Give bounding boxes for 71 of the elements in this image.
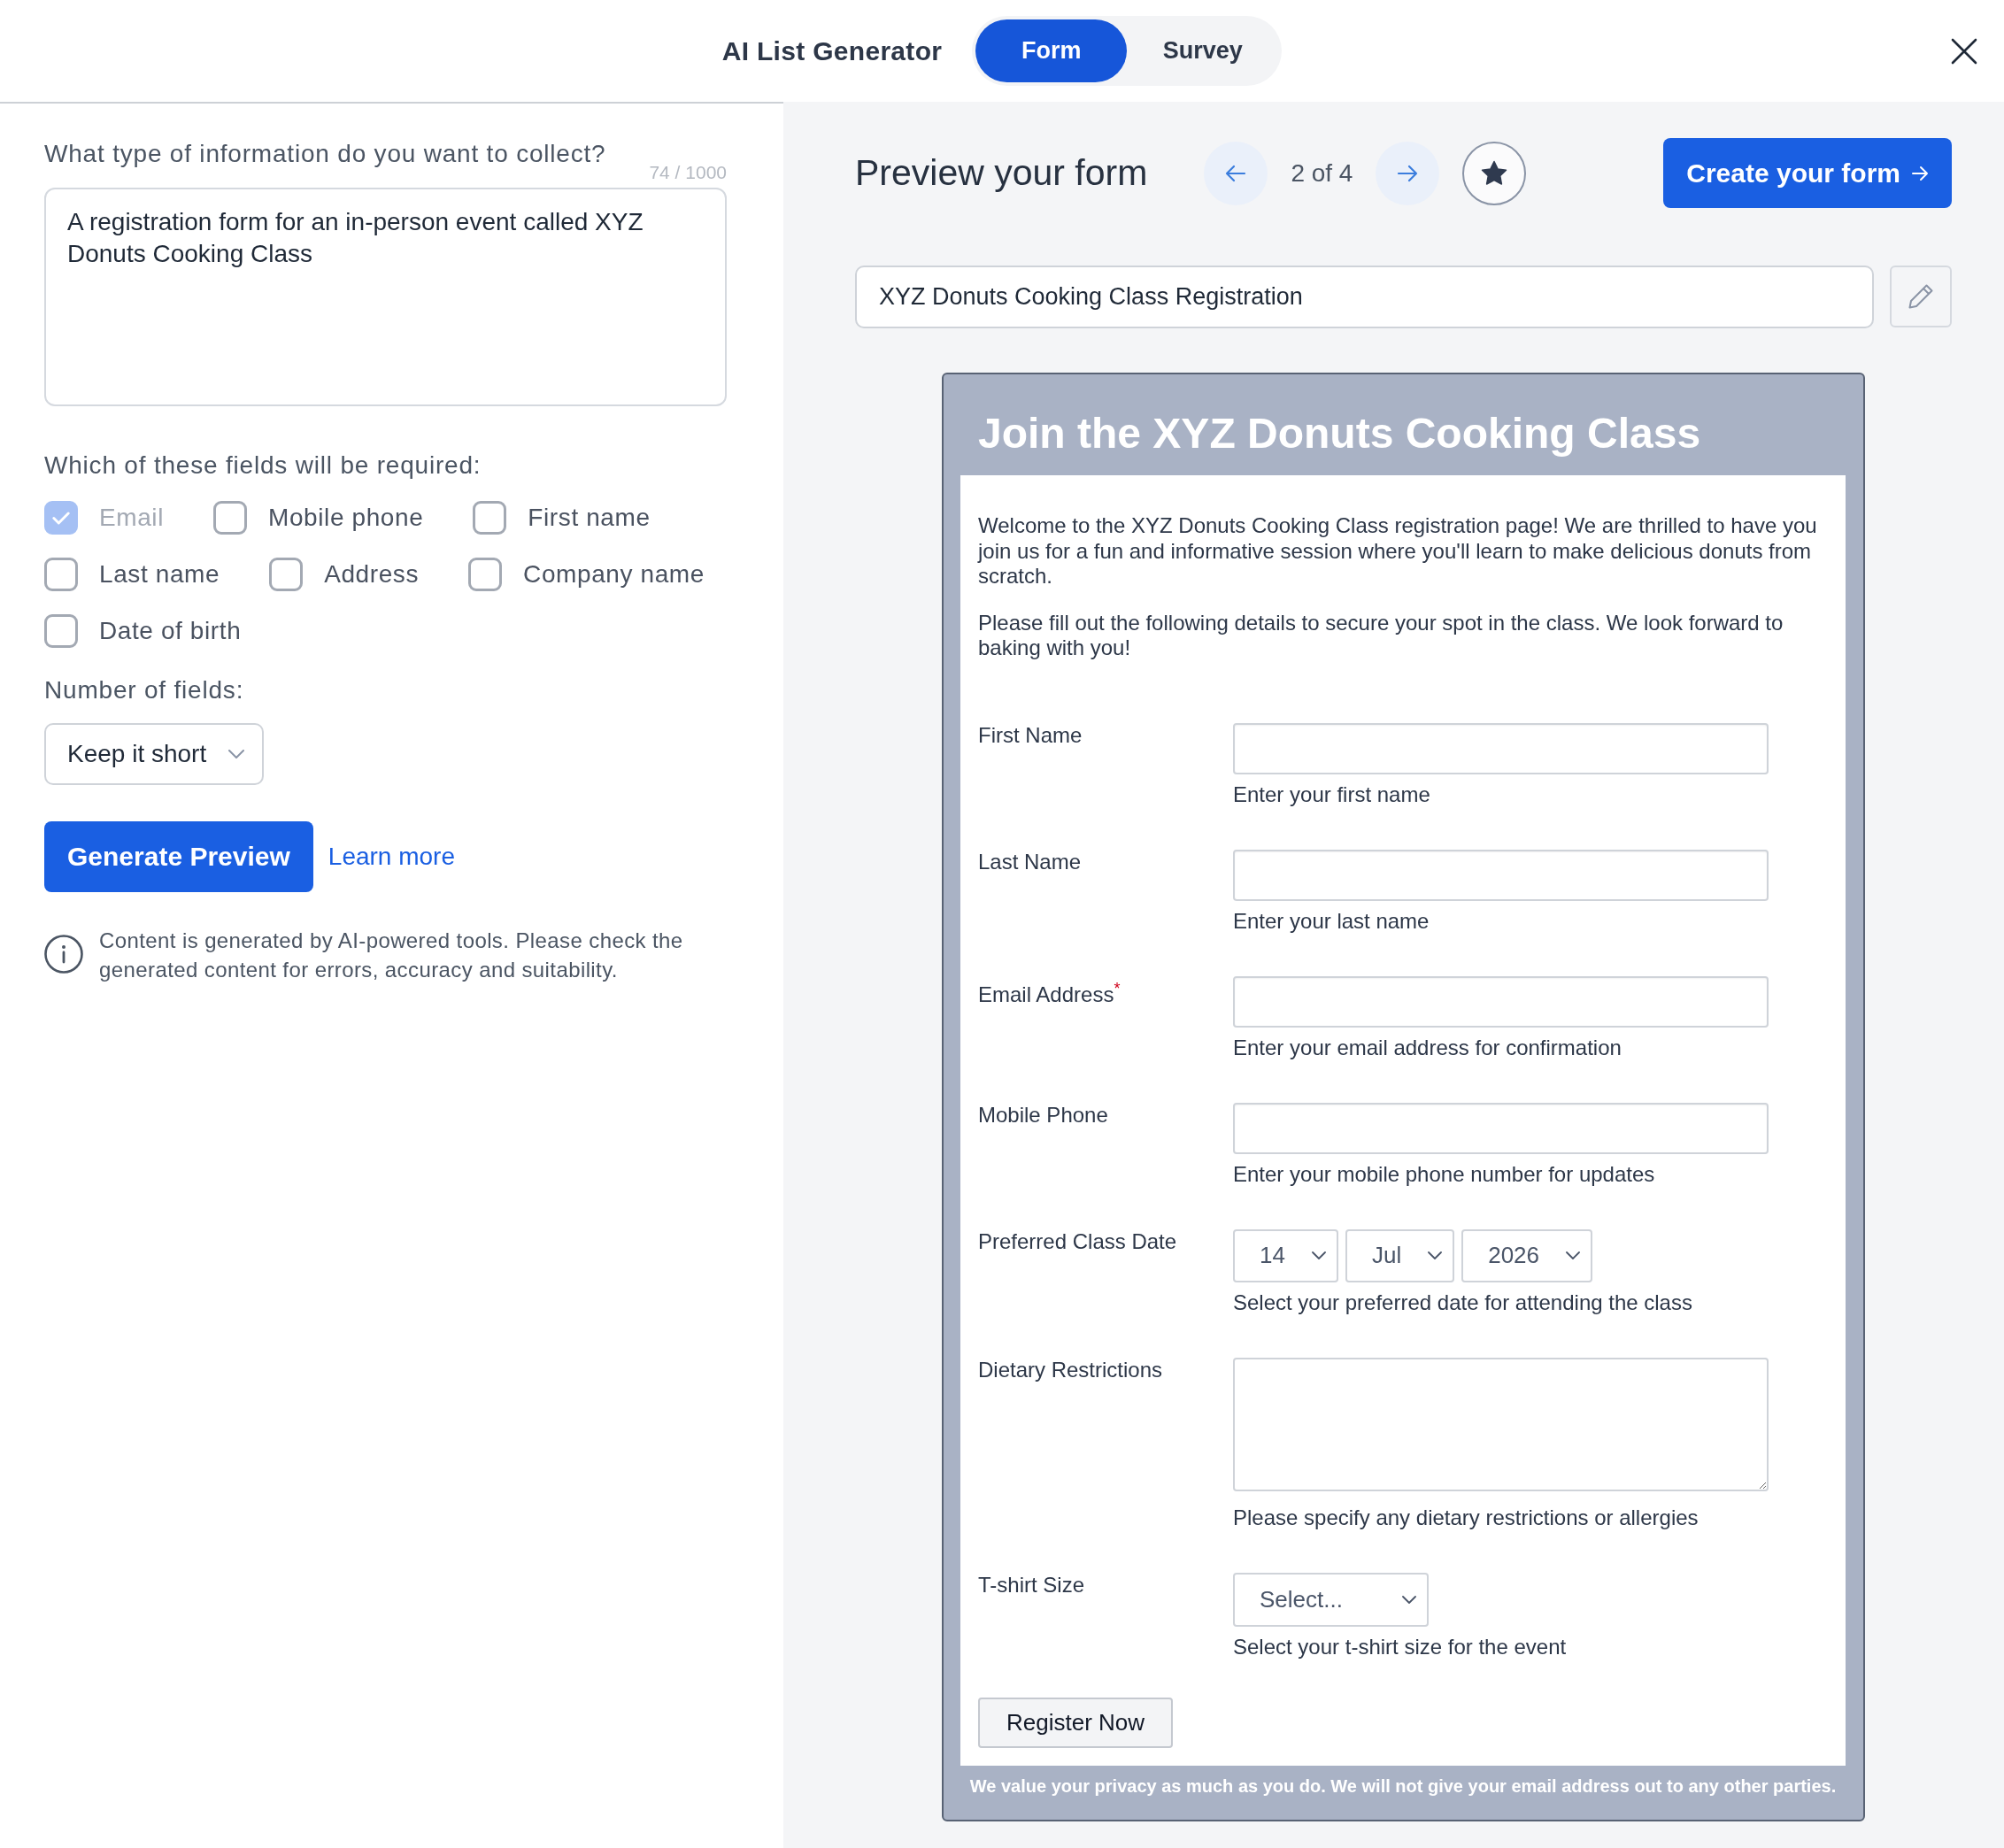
tab[interactable]: Form bbox=[975, 19, 1128, 82]
field-hint: Enter your first name bbox=[1233, 782, 1430, 807]
checkmark-icon bbox=[52, 511, 70, 525]
chevron-down-icon bbox=[228, 750, 244, 758]
checkbox-label: Date of birth bbox=[99, 617, 242, 645]
checkbox-label: Email bbox=[99, 504, 164, 532]
register-button[interactable]: Register Now bbox=[978, 1697, 1174, 1748]
checkbox-label: Company name bbox=[523, 560, 705, 589]
arrow-right-icon bbox=[1911, 165, 1929, 181]
text-input[interactable] bbox=[1233, 722, 1769, 774]
checkbox[interactable] bbox=[213, 501, 247, 535]
form-name-field[interactable]: XYZ Donuts Cooking Class Registration bbox=[855, 266, 1874, 328]
page-indicator: 2 of 4 bbox=[1291, 158, 1353, 188]
form-title: Join the XYZ Donuts Cooking Class bbox=[977, 409, 1702, 458]
field-label: Last Name bbox=[978, 849, 1083, 875]
size-select[interactable]: Select... bbox=[1233, 1572, 1429, 1627]
pencil-icon bbox=[1907, 282, 1935, 311]
text-input[interactable] bbox=[1233, 1102, 1769, 1154]
number-of-fields-dropdown[interactable]: Keep it short bbox=[44, 723, 264, 785]
text-input[interactable] bbox=[1233, 975, 1769, 1028]
field-label: Mobile Phone bbox=[978, 1102, 1109, 1128]
intro-paragraph: Welcome to the XYZ Donuts Cooking Class registration page! We are thrilled to have you join us for a fun and informative session where you'll learn to make delicious donuts from scratch. bbox=[978, 513, 1818, 589]
required-fields-label: Which of these fields will be required: bbox=[44, 451, 482, 480]
disclaimer-text: Content is generated by AI-powered tools. Please check the generated content for errors, accuracy and suitability. bbox=[99, 928, 684, 983]
field-hint: Enter your email address for confirmation bbox=[1233, 1035, 1622, 1060]
close-icon[interactable] bbox=[1951, 37, 1977, 65]
field-hint: Select your t-shirt size for the event bbox=[1233, 1634, 1567, 1659]
chevron-down-icon bbox=[1402, 1595, 1416, 1604]
checkbox-label: Address bbox=[324, 560, 420, 589]
learn-more-link[interactable]: Learn more bbox=[328, 843, 455, 871]
prompt-textarea[interactable]: A registration form for an in-person event called XYZ Donuts Cooking Class bbox=[44, 188, 727, 406]
field-label: Preferred Class Date bbox=[978, 1228, 1178, 1255]
field-label: Dietary Restrictions bbox=[978, 1357, 1164, 1383]
checkbox[interactable] bbox=[468, 558, 503, 591]
star-icon bbox=[1481, 160, 1508, 186]
checkbox[interactable] bbox=[44, 558, 78, 591]
arrow-right-icon bbox=[1397, 164, 1419, 182]
field-hint: Enter your last name bbox=[1233, 908, 1430, 934]
chevron-down-icon bbox=[1428, 1251, 1443, 1259]
character-counter: 74 / 1000 bbox=[649, 161, 727, 183]
field-hint: Please specify any dietary restrictions or allergies bbox=[1233, 1505, 1699, 1530]
checkbox[interactable] bbox=[473, 501, 507, 535]
chevron-down-icon bbox=[1311, 1251, 1326, 1259]
field-label: Email Address$^{*}$ bbox=[978, 978, 1121, 1008]
number-of-fields-label: Number of fields: bbox=[44, 676, 245, 705]
create-form-button[interactable]: Create your form bbox=[1663, 138, 1952, 208]
intro-paragraph: Please fill out the following details to secure your spot in the class. We look forward to baking with you! bbox=[978, 610, 1784, 661]
field-hint: Select your preferred date for attending the class bbox=[1233, 1290, 1692, 1315]
text-input[interactable] bbox=[1233, 849, 1769, 901]
date-select[interactable]: 14 bbox=[1233, 1228, 1338, 1282]
chevron-down-icon bbox=[1566, 1251, 1580, 1259]
prompt-label: What type of information do you want to collect? bbox=[44, 140, 606, 168]
textarea-input[interactable] bbox=[1233, 1357, 1769, 1491]
field-label: First Name bbox=[978, 722, 1083, 749]
generate-preview-button[interactable]: Generate Preview bbox=[44, 821, 313, 892]
checkbox-label: First name bbox=[528, 504, 651, 532]
arrow-left-icon bbox=[1225, 164, 1247, 182]
date-select[interactable]: Jul bbox=[1345, 1228, 1455, 1282]
checkbox[interactable] bbox=[44, 614, 78, 648]
preview-title: Preview your form bbox=[855, 152, 1148, 194]
checkbox[interactable] bbox=[269, 558, 304, 591]
info-icon bbox=[44, 935, 83, 974]
checkbox-label: Mobile phone bbox=[268, 504, 424, 532]
app-title: AI List Generator bbox=[721, 35, 943, 66]
privacy-note: We value your privacy as much as you do. We will not give your email address out to any other parties. bbox=[968, 1775, 1838, 1798]
field-label: T-shirt Size bbox=[978, 1572, 1086, 1598]
date-select[interactable]: 2026 bbox=[1461, 1228, 1592, 1282]
checkbox-label: Last name bbox=[99, 560, 220, 589]
tab[interactable]: Survey bbox=[1127, 19, 1279, 82]
field-hint: Enter your mobile phone number for updates bbox=[1233, 1161, 1655, 1187]
edit-button[interactable] bbox=[1890, 266, 1952, 327]
